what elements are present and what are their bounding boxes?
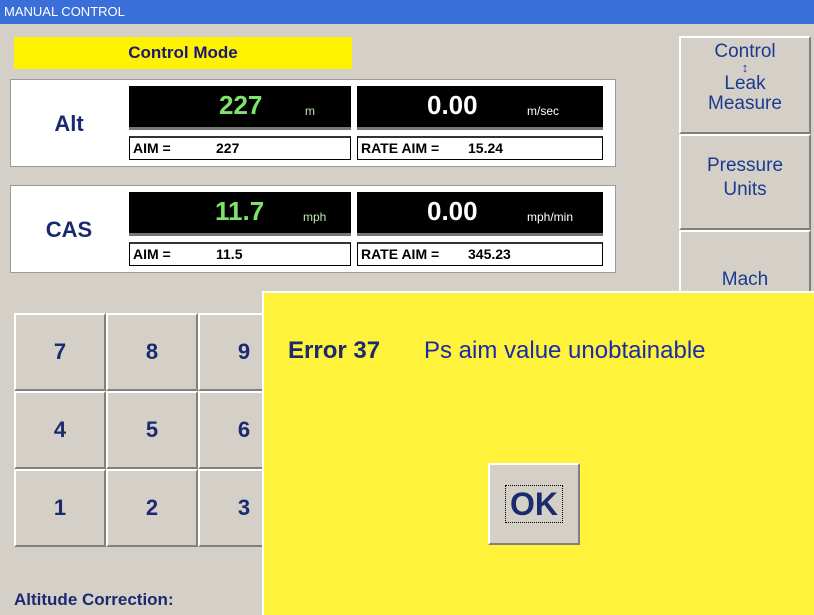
cas-rate-aim-field[interactable]: RATE AIM = 345.23 bbox=[357, 242, 603, 266]
ok-button[interactable]: OK bbox=[488, 463, 580, 545]
alt-value-readout: 227 m bbox=[129, 86, 351, 130]
error-code: Error 37 bbox=[288, 337, 381, 364]
pressure-units-button[interactable]: Pressure Units bbox=[679, 134, 811, 230]
cas-unit: mph bbox=[303, 210, 327, 224]
cas-rate-aim-value: 345.23 bbox=[468, 246, 511, 262]
alt-aim-value: 227 bbox=[216, 140, 240, 156]
alt-aim-field[interactable]: AIM = 227 bbox=[129, 136, 351, 160]
keypad-key-7[interactable]: 7 bbox=[14, 313, 106, 391]
cas-rate-unit: mph/min bbox=[527, 210, 574, 224]
ok-label: OK bbox=[505, 485, 563, 523]
alt-rate-value: 0.00 bbox=[427, 90, 478, 120]
alt-rate-unit: m/sec bbox=[527, 104, 560, 118]
pressure-label: Pressure bbox=[706, 155, 784, 176]
control-leak-measure-button[interactable]: Control ↕ Leak Measure bbox=[679, 36, 811, 134]
cas-aim-label: AIM = bbox=[133, 246, 171, 262]
window-title: MANUAL CONTROL bbox=[0, 0, 814, 24]
alt-rate-readout: 0.00 m/sec bbox=[357, 86, 603, 130]
error-dialog: Error 37 Ps aim value unobtainable OK bbox=[262, 291, 814, 615]
alt-parameter-name: Alt bbox=[54, 111, 84, 136]
cas-rate-readout: 0.00 mph/min bbox=[357, 192, 603, 236]
keypad-key-5[interactable]: 5 bbox=[106, 391, 198, 469]
cas-aim-field[interactable]: AIM = 11.5 bbox=[129, 242, 351, 266]
measure-label: Measure bbox=[708, 93, 782, 114]
error-message: Ps aim value unobtainable bbox=[424, 337, 706, 364]
cas-rate-aim-label: RATE AIM = bbox=[361, 246, 440, 262]
units-label: Units bbox=[723, 179, 767, 200]
cas-parameter-name: CAS bbox=[45, 217, 93, 242]
control-mode-label: Control Mode bbox=[14, 37, 352, 69]
cas-rate-value: 0.00 bbox=[427, 196, 478, 226]
cas-aim-value: 11.5 bbox=[216, 246, 243, 262]
keypad-key-2[interactable]: 2 bbox=[106, 469, 198, 547]
control-label: Control bbox=[714, 41, 776, 62]
alt-rate-aim-label: RATE AIM = bbox=[361, 140, 440, 156]
altitude-correction-label: Altitude Correction: bbox=[14, 590, 174, 609]
cas-parameter-panel: CAS 11.7 mph 0.00 mph/min AIM = 11.5 RAT… bbox=[10, 185, 616, 273]
leak-label: Leak bbox=[724, 73, 766, 94]
cas-value: 11.7 bbox=[215, 196, 265, 226]
alt-value: 227 bbox=[219, 90, 263, 120]
alt-rate-aim-value: 15.24 bbox=[468, 140, 504, 156]
keypad-key-1[interactable]: 1 bbox=[14, 469, 106, 547]
alt-rate-aim-field[interactable]: RATE AIM = 15.24 bbox=[357, 136, 603, 160]
alt-aim-label: AIM = bbox=[133, 140, 171, 156]
cas-value-readout: 11.7 mph bbox=[129, 192, 351, 236]
keypad-key-8[interactable]: 8 bbox=[106, 313, 198, 391]
alt-parameter-panel: Alt 227 m 0.00 m/sec AIM = 227 RATE AIM … bbox=[10, 79, 616, 167]
keypad-key-4[interactable]: 4 bbox=[14, 391, 106, 469]
alt-unit: m bbox=[305, 104, 315, 118]
mach-label: Mach bbox=[721, 269, 769, 290]
mach-button[interactable]: Mach bbox=[679, 230, 811, 294]
